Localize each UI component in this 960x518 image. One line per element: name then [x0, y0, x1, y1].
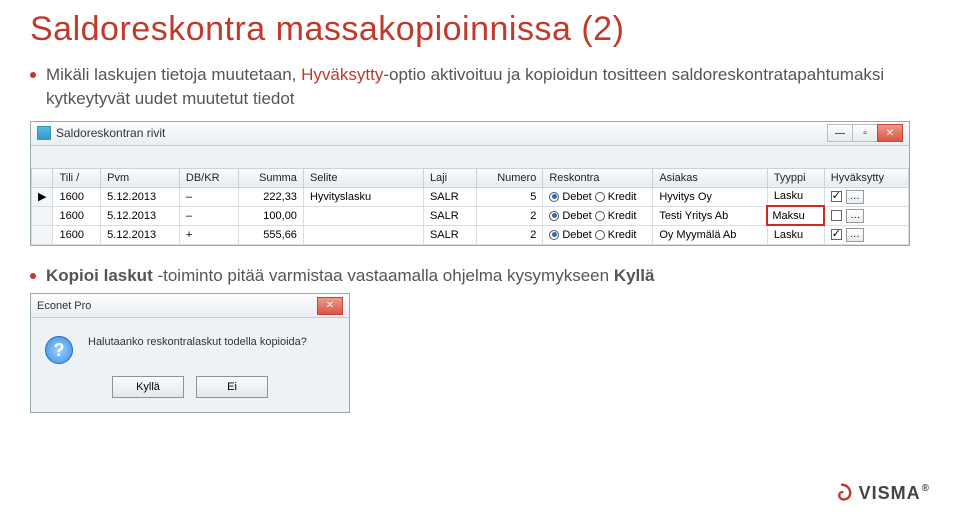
cell-hyv[interactable]: … [824, 187, 908, 206]
cell-hyv[interactable]: … [824, 206, 908, 225]
cell-hyv[interactable]: … [824, 225, 908, 244]
cell-pvm[interactable]: 5.12.2013 [101, 206, 180, 225]
col-laji[interactable]: Laji [423, 168, 476, 187]
kredit-radio[interactable] [595, 230, 605, 240]
col-ptr[interactable] [32, 168, 53, 187]
table-row[interactable]: ▶16005.12.2013–222,33HyvityslaskuSALR5De… [32, 187, 909, 206]
approved-checkbox[interactable] [831, 229, 842, 240]
col-selite[interactable]: Selite [303, 168, 423, 187]
b2-mid: -toiminto pitää varmistaa vastaamalla oh… [153, 266, 614, 285]
cell-summa[interactable]: 555,66 [239, 225, 304, 244]
cell-dbkr[interactable]: – [179, 206, 238, 225]
maximize-button[interactable]: ▫ [852, 124, 878, 142]
dialog-text: Halutaanko reskontralaskut todella kopio… [88, 336, 307, 348]
cell-pvm[interactable]: 5.12.2013 [101, 187, 180, 206]
cell-summa[interactable]: 222,33 [239, 187, 304, 206]
cell-tili[interactable]: 1600 [53, 225, 101, 244]
window-titlebar: Saldoreskontran rivit — ▫ ✕ [31, 122, 909, 146]
ellipsis-button[interactable]: … [846, 209, 864, 223]
col-asiakas[interactable]: Asiakas [653, 168, 768, 187]
col-dbkr[interactable]: DB/KR [179, 168, 238, 187]
cell-tyyppi[interactable]: Lasku [767, 225, 824, 244]
col-numero[interactable]: Numero [477, 168, 543, 187]
header-row: Tili / Pvm DB/KR Summa Selite Laji Numer… [32, 168, 909, 187]
dialog-no-button[interactable]: Ei [196, 376, 268, 398]
logo-text: VISMA® [859, 483, 930, 504]
logo-swirl-icon [831, 482, 853, 504]
bullet-2-text: Kopioi laskut -toiminto pitää varmistaa … [46, 264, 654, 288]
dialog-titlebar: Econet Pro ✕ [31, 294, 349, 318]
cell-selite[interactable]: Hyvityslasku [303, 187, 423, 206]
col-hyv[interactable]: Hyväksytty [824, 168, 908, 187]
b1-highlight: Hyväksytty [301, 65, 383, 84]
cell-numero[interactable]: 2 [477, 225, 543, 244]
kredit-radio[interactable] [595, 211, 605, 221]
bullet-1-text: Mikäli laskujen tietoja muutetaan, Hyväk… [46, 63, 930, 111]
cell-summa[interactable]: 100,00 [239, 206, 304, 225]
cell-tyyppi[interactable]: Lasku [767, 187, 824, 206]
col-resk[interactable]: Reskontra [543, 168, 653, 187]
col-tyyppi[interactable]: Tyyppi [767, 168, 824, 187]
app-icon [37, 126, 51, 140]
cell-asiakas[interactable]: Hyvitys Oy [653, 187, 768, 206]
col-summa[interactable]: Summa [239, 168, 304, 187]
cell-selite[interactable] [303, 225, 423, 244]
cell-laji[interactable]: SALR [423, 206, 476, 225]
bullet-dot-icon [30, 72, 36, 78]
debet-radio[interactable] [549, 192, 559, 202]
cell-tyyppi[interactable]: Maksu [767, 206, 824, 225]
question-icon: ? [45, 336, 73, 364]
debet-radio[interactable] [549, 211, 559, 221]
b1-pre: Mikäli laskujen tietoja muutetaan, [46, 65, 301, 84]
table-row[interactable]: 16005.12.2013+555,66 SALR2Debet KreditOy … [32, 225, 909, 244]
bullet-dot-icon [30, 273, 36, 279]
ellipsis-button[interactable]: … [846, 190, 864, 204]
approved-checkbox[interactable] [831, 210, 842, 221]
approved-checkbox[interactable] [831, 191, 842, 202]
cell-tili[interactable]: 1600 [53, 187, 101, 206]
window-title: Saldoreskontran rivit [56, 126, 165, 140]
col-pvm[interactable]: Pvm [101, 168, 180, 187]
row-pointer [32, 225, 53, 244]
cell-numero[interactable]: 5 [477, 187, 543, 206]
cell-dbkr[interactable]: + [179, 225, 238, 244]
bullet-2: Kopioi laskut -toiminto pitää varmistaa … [30, 264, 930, 288]
ellipsis-button[interactable]: … [846, 228, 864, 242]
cell-tili[interactable]: 1600 [53, 206, 101, 225]
cell-asiakas[interactable]: Oy Myymälä Ab [653, 225, 768, 244]
table-row[interactable]: 16005.12.2013–100,00 SALR2Debet KreditTes… [32, 206, 909, 225]
cell-pvm[interactable]: 5.12.2013 [101, 225, 180, 244]
cell-reskontra[interactable]: Debet Kredit [543, 187, 653, 206]
b2-bold1: Kopioi laskut [46, 266, 153, 285]
cell-laji[interactable]: SALR [423, 187, 476, 206]
visma-logo: VISMA® [831, 482, 930, 504]
close-button[interactable]: ✕ [877, 124, 903, 142]
col-tili[interactable]: Tili / [53, 168, 101, 187]
dialog-yes-button[interactable]: Kyllä [112, 376, 184, 398]
dialog-close-button[interactable]: ✕ [317, 297, 343, 315]
kredit-radio[interactable] [595, 192, 605, 202]
b2-bold2: Kyllä [614, 266, 655, 285]
cell-dbkr[interactable]: – [179, 187, 238, 206]
cell-reskontra[interactable]: Debet Kredit [543, 225, 653, 244]
cell-numero[interactable]: 2 [477, 206, 543, 225]
cell-asiakas[interactable]: Testi Yritys Ab [653, 206, 768, 225]
debet-radio[interactable] [549, 230, 559, 240]
grid-window: Saldoreskontran rivit — ▫ ✕ Tili / Pvm D… [30, 121, 910, 246]
confirm-dialog: Econet Pro ✕ ? Halutaanko reskontralasku… [30, 293, 350, 413]
row-pointer: ▶ [32, 187, 53, 206]
cell-laji[interactable]: SALR [423, 225, 476, 244]
bullet-1: Mikäli laskujen tietoja muutetaan, Hyväk… [30, 63, 930, 111]
dialog-title: Econet Pro [37, 300, 91, 312]
cell-reskontra[interactable]: Debet Kredit [543, 206, 653, 225]
minimize-button[interactable]: — [827, 124, 853, 142]
row-pointer [32, 206, 53, 225]
grid-table: Tili / Pvm DB/KR Summa Selite Laji Numer… [31, 168, 909, 245]
cell-selite[interactable] [303, 206, 423, 225]
slide-title: Saldoreskontra massakopioinnissa (2) [30, 10, 930, 49]
